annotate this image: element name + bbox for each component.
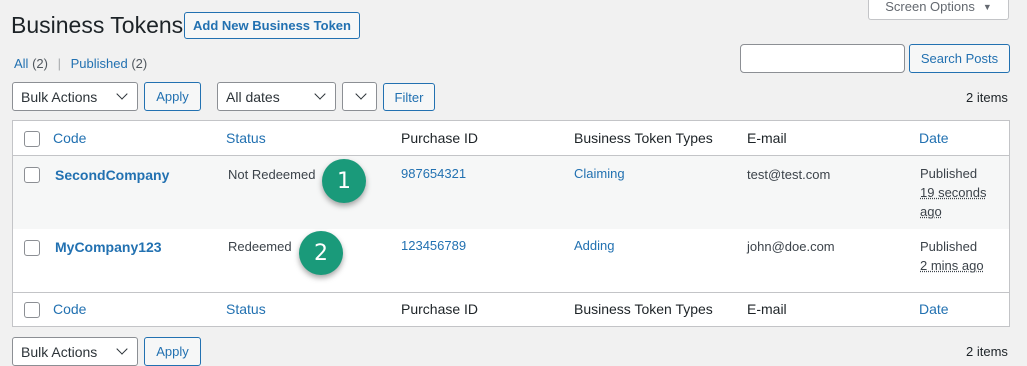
screen-options-button[interactable]: Screen Options ▼ [868,0,1009,20]
chevron-down-icon [116,343,128,355]
add-new-business-token-button[interactable]: Add New Business Token [184,12,360,39]
purchase-id-link[interactable]: 987654321 [401,166,466,181]
code-link[interactable]: SecondCompany [55,167,169,183]
email-text: john@doe.com [747,239,835,254]
screen-options-label: Screen Options [885,0,975,14]
filter-published-link[interactable]: Published [71,56,128,71]
bulk-actions-select[interactable]: Bulk Actions [12,82,138,111]
category-select[interactable] [342,82,377,111]
date-status: Published [920,239,978,254]
status-text: Not Redeemed [228,167,316,182]
annotation-badge-2: 2 [299,231,343,275]
code-link[interactable]: MyCompany123 [55,239,162,255]
dates-select[interactable]: All dates [217,82,336,111]
column-purchase-id-footer: Purchase ID [401,301,479,317]
bulk-actions-select-bottom[interactable]: Bulk Actions [12,337,138,366]
table-header-row: Code Status Purchase ID Business Token T… [13,121,1009,156]
column-status-header[interactable]: Status [226,130,266,146]
column-types-footer: Business Token Types [574,301,713,317]
column-code-footer[interactable]: Code [53,301,86,317]
apply-button[interactable]: Apply [144,82,201,111]
filter-published-count: (2) [131,56,148,71]
date-cell: Published 2 mins ago [920,237,984,275]
column-email-footer: E-mail [747,301,787,317]
filter-all-link[interactable]: All [14,56,28,71]
date-relative: 19 seconds [920,185,987,200]
status-text: Redeemed [228,239,292,254]
filter-separator: | [57,56,61,71]
token-type-link[interactable]: Claiming [574,166,625,181]
date-relative-cont: ago [920,204,942,219]
bulk-actions-value: Bulk Actions [21,88,98,105]
column-code-header[interactable]: Code [53,130,86,146]
column-types-header: Business Token Types [574,130,713,146]
apply-button-bottom[interactable]: Apply [144,337,201,366]
items-count: 2 items [966,90,1008,105]
date-relative: 2 mins ago [920,258,984,273]
filter-all-count: (2) [32,56,48,71]
chevron-down-icon [314,88,326,100]
caret-down-icon: ▼ [982,1,992,12]
column-email-header: E-mail [747,130,787,146]
select-all-checkbox[interactable] [24,131,40,147]
table-row: MyCompany123 Redeemed 123456789 Adding j… [13,229,1009,292]
select-all-checkbox[interactable] [24,302,40,318]
table-footer-row: Code Status Purchase ID Business Token T… [13,292,1009,327]
column-purchase-id-header: Purchase ID [401,130,479,146]
row-checkbox[interactable] [24,167,40,183]
email-text: test@test.com [747,167,831,182]
chevron-down-icon [116,88,128,100]
chevron-down-icon [355,88,367,100]
date-cell: Published 19 seconds ago [920,164,987,221]
search-input[interactable] [740,44,905,73]
page-title: Business Tokens [11,12,184,38]
purchase-id-link[interactable]: 123456789 [401,238,466,253]
bulk-actions-value: Bulk Actions [21,343,98,360]
items-count-bottom: 2 items [966,344,1008,359]
dates-value: All dates [226,88,280,105]
search-posts-button[interactable]: Search Posts [909,44,1010,73]
token-type-link[interactable]: Adding [574,238,614,253]
annotation-badge-1: 1 [322,159,366,203]
table-row: SecondCompany Not Redeemed 987654321 Cla… [13,156,1009,229]
row-checkbox[interactable] [24,240,40,256]
column-date-footer[interactable]: Date [919,301,949,317]
column-date-header[interactable]: Date [919,130,949,146]
column-status-footer[interactable]: Status [226,301,266,317]
date-status: Published [920,166,978,181]
business-tokens-table: Code Status Purchase ID Business Token T… [12,120,1010,327]
status-filter-links: All (2) | Published (2) [14,56,147,71]
filter-button[interactable]: Filter [383,83,435,111]
